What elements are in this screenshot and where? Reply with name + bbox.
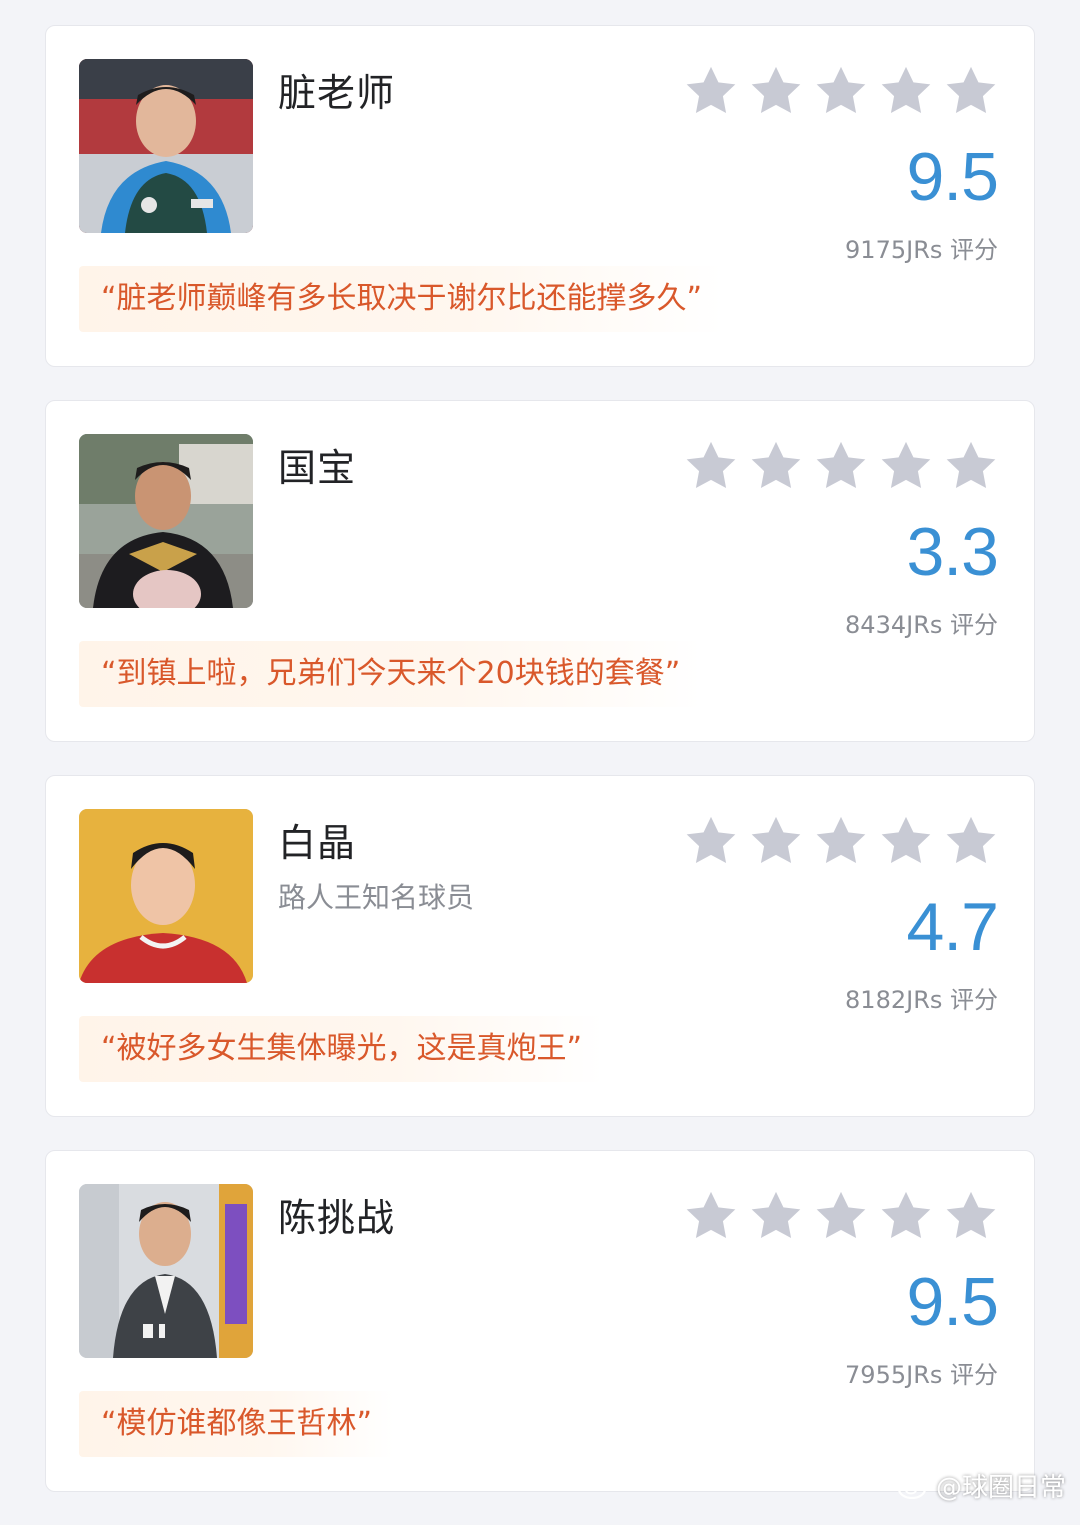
avatar bbox=[79, 59, 253, 233]
rater-count: 7955JRs 评分 bbox=[845, 1361, 998, 1389]
star-icon[interactable] bbox=[749, 1189, 803, 1241]
star-icon[interactable] bbox=[814, 439, 868, 491]
avatar bbox=[79, 809, 253, 983]
score: 9.5 bbox=[906, 1264, 999, 1340]
star-icon[interactable] bbox=[814, 1189, 868, 1241]
rating-card[interactable]: 白晶 路人王知名球员 4.7 8182JRs 评分 “被好多女生集体曝光，这是真… bbox=[45, 775, 1035, 1117]
rating-stars[interactable] bbox=[684, 439, 998, 491]
quote: “模仿谁都像王哲林” bbox=[79, 1391, 395, 1457]
star-icon[interactable] bbox=[944, 1189, 998, 1241]
star-icon[interactable] bbox=[944, 439, 998, 491]
score: 9.5 bbox=[906, 139, 999, 215]
quote: “到镇上啦，兄弟们今天来个20块钱的套餐” bbox=[79, 641, 703, 707]
star-icon[interactable] bbox=[684, 439, 738, 491]
player-subtitle: 路人王知名球员 bbox=[278, 881, 475, 914]
rating-card[interactable]: 国宝 3.3 8434JRs 评分 “到镇上啦，兄弟们今天来个20块钱的套餐” bbox=[45, 400, 1035, 742]
rating-card[interactable]: 陈挑战 9.5 7955JRs 评分 “模仿谁都像王哲林” bbox=[45, 1150, 1035, 1492]
star-icon[interactable] bbox=[684, 64, 738, 116]
rating-stars[interactable] bbox=[684, 1189, 998, 1241]
star-icon[interactable] bbox=[814, 814, 868, 866]
rating-stars[interactable] bbox=[684, 814, 998, 866]
quote: “被好多女生集体曝光，这是真炮王” bbox=[79, 1016, 605, 1082]
weibo-logo-icon bbox=[897, 1475, 930, 1499]
avatar bbox=[79, 434, 253, 608]
rating-card[interactable]: 脏老师 9.5 9175JRs 评分 “脏老师巅峰有多长取决于谢尔比还能撑多久” bbox=[45, 25, 1035, 367]
star-icon[interactable] bbox=[749, 439, 803, 491]
player-name: 国宝 bbox=[278, 446, 357, 490]
rater-count: 9175JRs 评分 bbox=[845, 236, 998, 264]
player-name: 陈挑战 bbox=[278, 1196, 396, 1240]
star-icon[interactable] bbox=[684, 814, 738, 866]
watermark: @球圈日常 bbox=[897, 1467, 1066, 1504]
rater-count: 8434JRs 评分 bbox=[845, 611, 998, 639]
avatar bbox=[79, 1184, 253, 1358]
star-icon[interactable] bbox=[879, 814, 933, 866]
score: 4.7 bbox=[906, 889, 999, 965]
watermark-text: @球圈日常 bbox=[935, 1473, 1066, 1503]
star-icon[interactable] bbox=[749, 64, 803, 116]
star-icon[interactable] bbox=[749, 814, 803, 866]
star-icon[interactable] bbox=[879, 1189, 933, 1241]
rater-count: 8182JRs 评分 bbox=[845, 986, 998, 1014]
star-icon[interactable] bbox=[944, 64, 998, 116]
quote: “脏老师巅峰有多长取决于谢尔比还能撑多久” bbox=[79, 266, 725, 332]
star-icon[interactable] bbox=[944, 814, 998, 866]
player-name: 白晶 bbox=[278, 821, 357, 865]
star-icon[interactable] bbox=[879, 64, 933, 116]
star-icon[interactable] bbox=[684, 1189, 738, 1241]
rating-list: 脏老师 9.5 9175JRs 评分 “脏老师巅峰有多长取决于谢尔比还能撑多久” bbox=[45, 25, 1035, 1525]
star-icon[interactable] bbox=[814, 64, 868, 116]
player-name: 脏老师 bbox=[278, 71, 396, 115]
star-icon[interactable] bbox=[879, 439, 933, 491]
score: 3.3 bbox=[906, 514, 999, 590]
rating-stars[interactable] bbox=[684, 64, 998, 116]
